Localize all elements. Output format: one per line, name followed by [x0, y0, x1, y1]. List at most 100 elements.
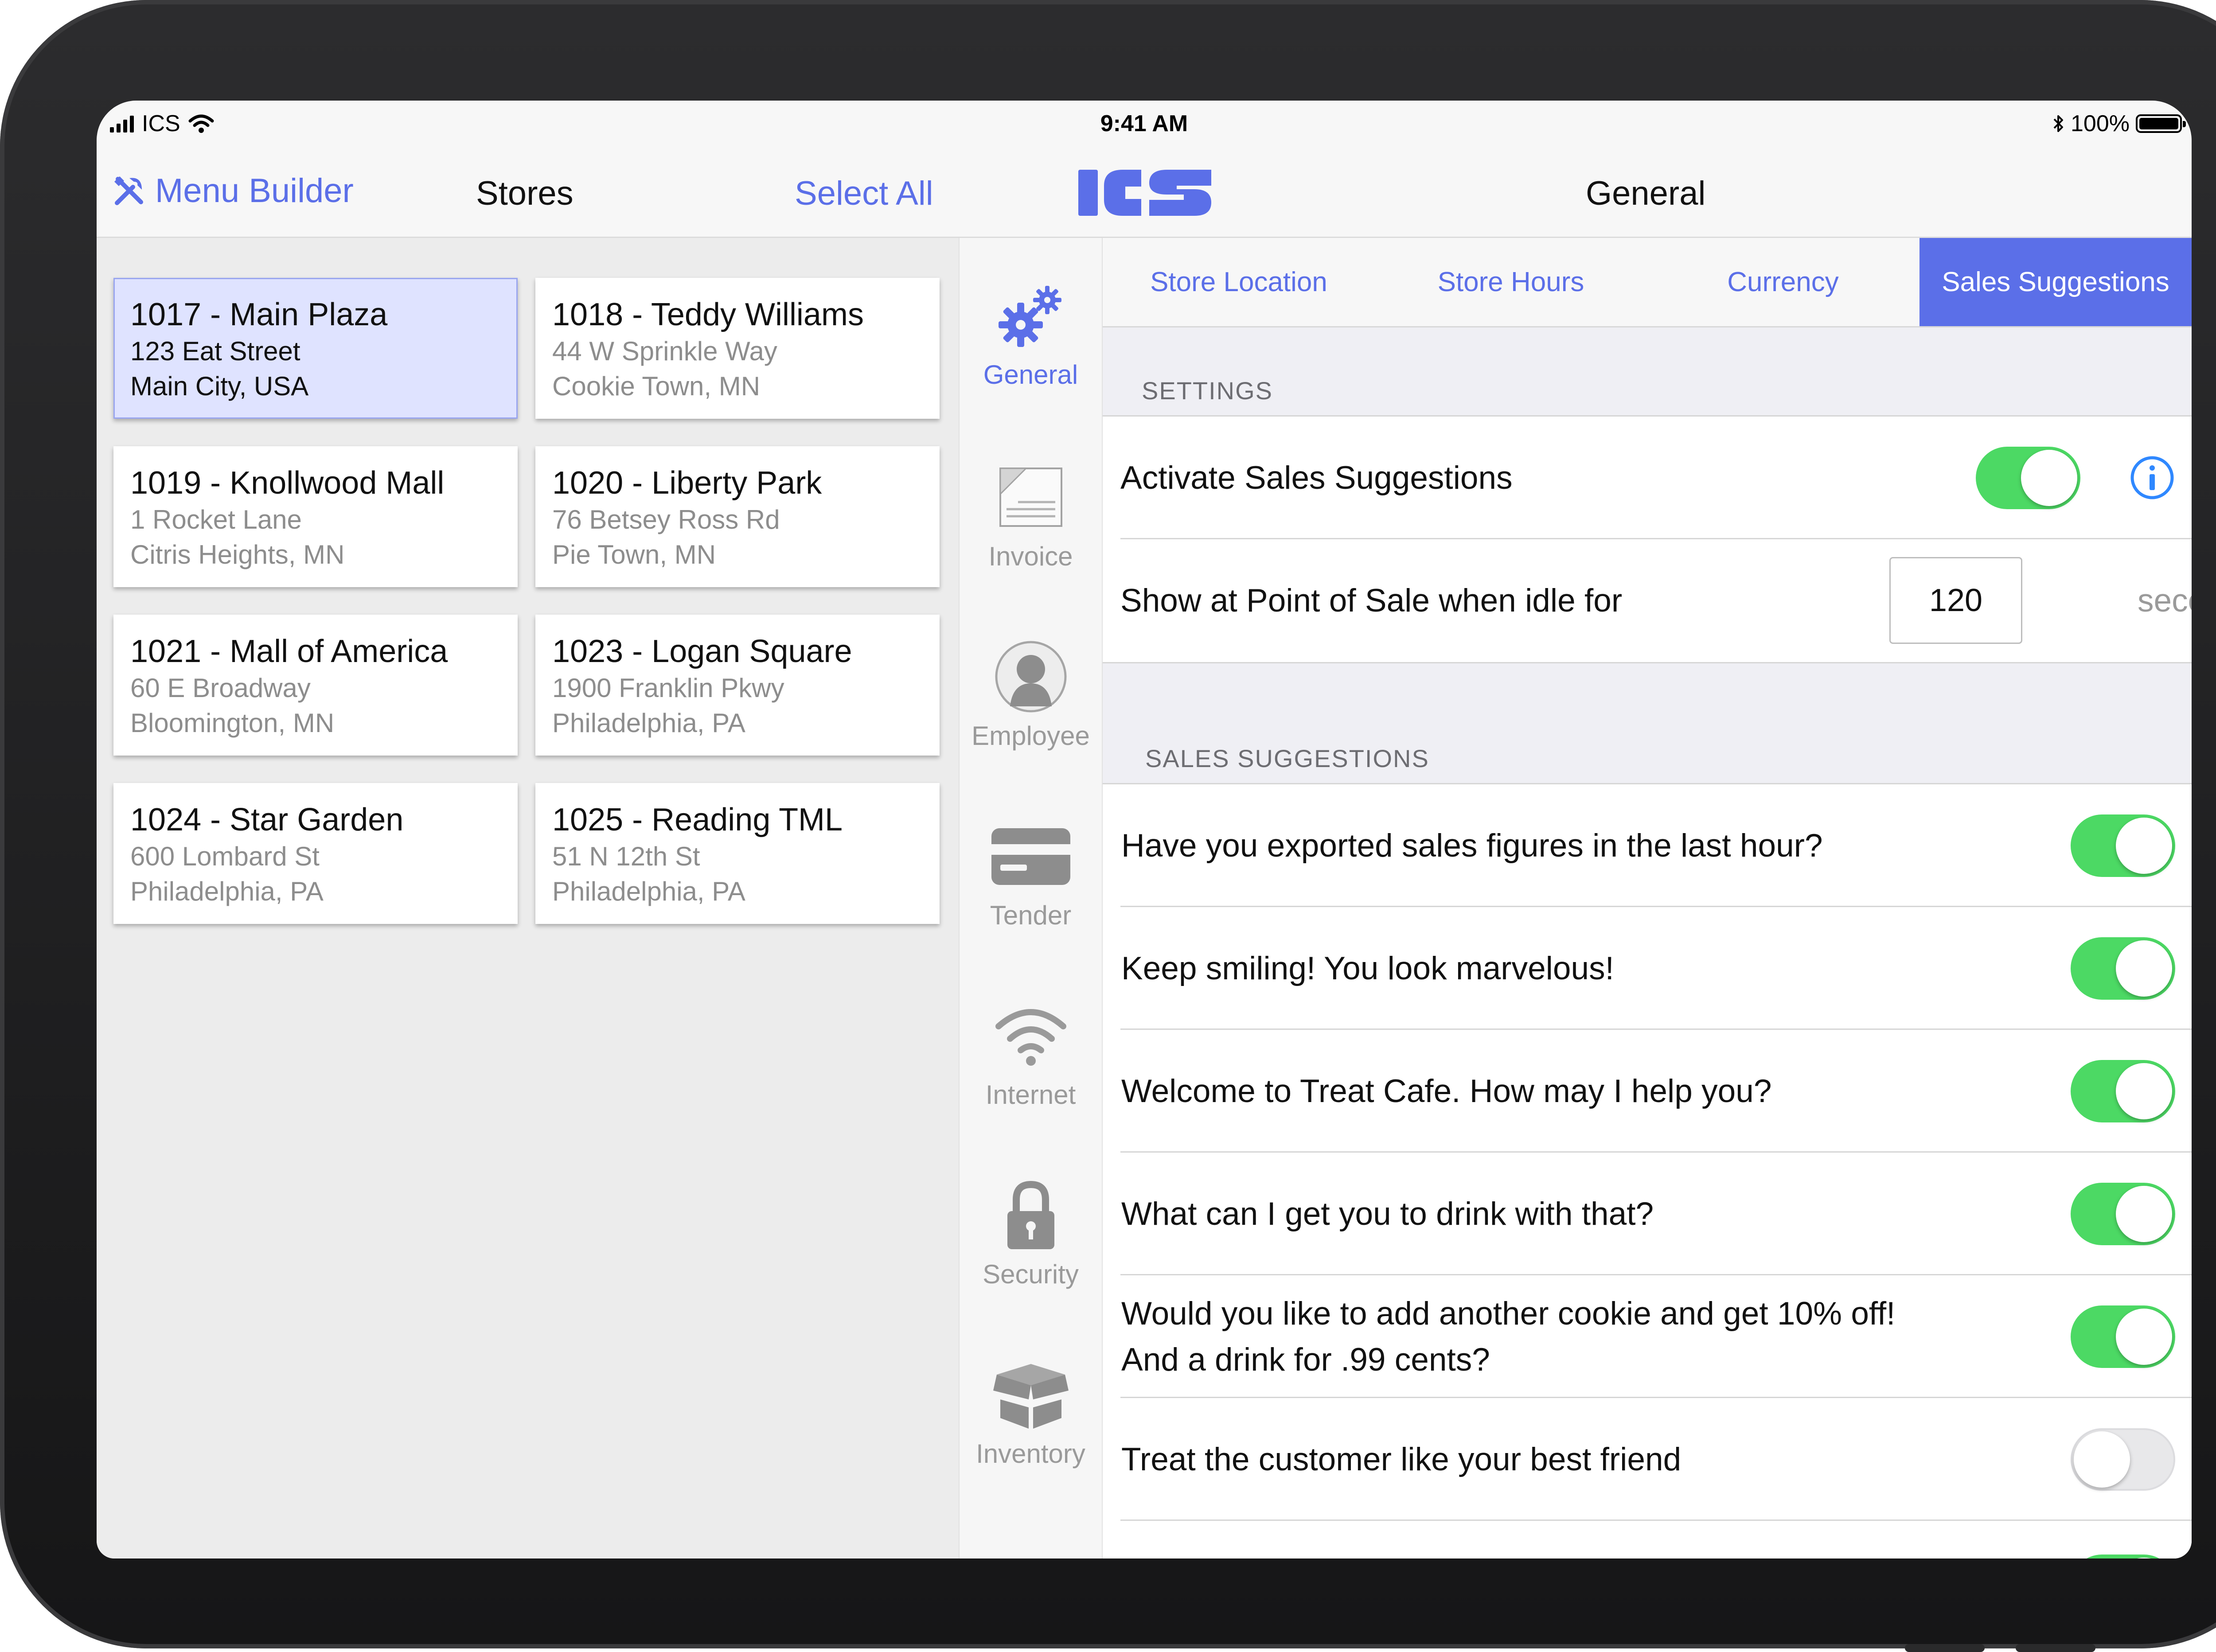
stores-title: Stores: [476, 175, 574, 212]
rail-item-tender[interactable]: Tender: [960, 818, 1102, 931]
suggestion-toggle[interactable]: [2071, 1428, 2175, 1491]
settings-section-header: SETTINGS: [1142, 377, 1273, 405]
rail-label: Employee: [971, 721, 1090, 751]
store-card[interactable]: 1020 - Liberty Park 76 Betsey Ross Rd Pi…: [535, 446, 940, 587]
store-title: 1024 - Star Garden: [130, 802, 404, 838]
select-all-button[interactable]: Select All: [795, 174, 933, 213]
menu-builder-label: Menu Builder: [155, 172, 354, 210]
credit-card-icon: [991, 828, 1070, 885]
idle-seconds-input[interactable]: [1889, 557, 2022, 644]
gears-icon: [998, 286, 1061, 347]
store-title: 1023 - Logan Square: [552, 634, 852, 669]
store-title: 1017 - Main Plaza: [130, 297, 388, 332]
rail-label: General: [983, 360, 1078, 390]
suggestions-group: Have you exported sales figures in the l…: [1103, 783, 2192, 1558]
suggestion-toggle-partial[interactable]: [2071, 1555, 2175, 1558]
tab-bar: Store Location Store Hours Currency Sale…: [1103, 238, 2192, 327]
activate-row: Activate Sales Suggestions: [1103, 417, 2192, 539]
store-address: 1 Rocket Lane: [130, 505, 302, 534]
store-card[interactable]: 1024 - Star Garden 600 Lombard St Philad…: [113, 783, 518, 924]
store-title: 1021 - Mall of America: [130, 634, 448, 669]
suggestion-text: Have you exported sales figures in the l…: [1121, 827, 1823, 864]
menu-builder-button[interactable]: Menu Builder: [113, 171, 354, 210]
suggestion-row: Treat the customer like your best friend: [1103, 1398, 2192, 1521]
rail-item-inventory[interactable]: Inventory: [960, 1357, 1102, 1469]
store-card[interactable]: 1018 - Teddy Williams 44 W Sprinkle Way …: [535, 278, 940, 419]
store-title: 1025 - Reading TML: [552, 802, 843, 838]
store-address: 1900 Franklin Pkwy: [552, 673, 784, 703]
suggestion-toggle[interactable]: [2071, 814, 2175, 877]
status-time: 9:41 AM: [1100, 111, 1188, 136]
suggestion-toggle[interactable]: [2071, 1305, 2175, 1368]
suggestion-text: What can I get you to drink with that?: [1121, 1196, 1654, 1232]
store-title: 1020 - Liberty Park: [552, 465, 822, 501]
store-title: 1019 - Knollwood Mall: [130, 465, 445, 501]
tab-currency[interactable]: Currency: [1647, 238, 1919, 326]
suggestion-row: Would you like to add another cookie and…: [1103, 1275, 2192, 1398]
status-bar: ICS 9:41 AM 100%: [97, 101, 2192, 149]
status-right: 100%: [2053, 110, 2186, 137]
suggestion-text: Keep smiling! You look marvelous!: [1121, 950, 1614, 986]
store-address: 44 W Sprinkle Way: [552, 336, 777, 366]
store-city: Philadelphia, PA: [552, 708, 745, 738]
settings-group: Activate Sales Suggestions Show at Point…: [1103, 415, 2192, 663]
rail-label: Inventory: [976, 1439, 1085, 1469]
store-city: Bloomington, MN: [130, 708, 335, 738]
invoice-icon: [999, 468, 1062, 527]
navigation-bar: Menu Builder Stores Select All General: [97, 149, 2192, 238]
store-address: 51 N 12th St: [552, 842, 700, 871]
suggestion-row: Welcome to Treat Cafe. How may I help yo…: [1103, 1030, 2192, 1153]
stores-panel: 1017 - Main Plaza 123 Eat Street Main Ci…: [97, 238, 959, 1558]
rail-label: Invoice: [988, 542, 1073, 571]
suggestion-toggle[interactable]: [2071, 1183, 2175, 1245]
rail-item-security[interactable]: Security: [960, 1177, 1102, 1290]
suggestion-row: What can I get you to drink with that?: [1103, 1153, 2192, 1275]
rail-item-general[interactable]: General: [960, 278, 1102, 390]
suggestion-toggle[interactable]: [2071, 937, 2175, 1000]
battery-percent: 100%: [2071, 111, 2130, 136]
tab-store-hours[interactable]: Store Hours: [1375, 238, 1647, 326]
ics-logo-icon: [1078, 170, 1211, 216]
rail-label: Security: [983, 1259, 1079, 1289]
store-card[interactable]: 1021 - Mall of America 60 E Broadway Blo…: [113, 615, 518, 756]
tab-store-location[interactable]: Store Location: [1103, 238, 1375, 326]
rail-item-internet[interactable]: Internet: [960, 998, 1102, 1110]
employee-icon: [995, 641, 1066, 713]
store-city: Philadelphia, PA: [130, 877, 324, 906]
store-city: Philadelphia, PA: [552, 877, 745, 906]
boxes-icon: [993, 1364, 1069, 1429]
store-card[interactable]: 1025 - Reading TML 51 N 12th St Philadel…: [535, 783, 940, 924]
row-divider: [1120, 1520, 2192, 1521]
rail-item-employee[interactable]: Employee: [960, 639, 1102, 751]
suggestion-text: Treat the customer like your best friend: [1121, 1441, 1682, 1477]
suggestion-text: Welcome to Treat Cafe. How may I help yo…: [1121, 1073, 1772, 1109]
store-city: Cookie Town, MN: [552, 371, 761, 401]
bottom-button-left: [1905, 1644, 1985, 1652]
store-address: 60 E Broadway: [130, 673, 311, 703]
activate-toggle[interactable]: [1976, 447, 2080, 509]
store-title: 1018 - Teddy Williams: [552, 297, 864, 332]
store-card[interactable]: 1019 - Knollwood Mall 1 Rocket Lane Citr…: [113, 446, 518, 587]
tools-icon: [114, 176, 143, 205]
bluetooth-icon: [2053, 115, 2063, 132]
rail-label: Tender: [990, 900, 1072, 930]
store-card[interactable]: 1017 - Main Plaza 123 Eat Street Main Ci…: [113, 278, 518, 419]
rail-label: Internet: [985, 1080, 1076, 1110]
suggestion-toggle[interactable]: [2071, 1060, 2175, 1122]
settings-category-rail: General Invoice Employee Tender Internet…: [959, 238, 1103, 1558]
rail-item-invoice[interactable]: Invoice: [960, 460, 1102, 572]
section-title: General: [1586, 175, 1706, 212]
suggestion-row: Have you exported sales figures in the l…: [1103, 784, 2192, 907]
store-city: Citris Heights, MN: [130, 540, 345, 569]
store-address: 123 Eat Street: [130, 336, 300, 366]
info-icon[interactable]: [2129, 455, 2175, 501]
store-address: 76 Betsey Ross Rd: [552, 505, 780, 534]
bottom-button-right: [2016, 1644, 2095, 1652]
tab-sales-suggestions[interactable]: Sales Suggestions: [1919, 238, 2192, 326]
idle-row: Show at Point of Sale when idle for seco…: [1103, 539, 2192, 662]
store-card[interactable]: 1023 - Logan Square 1900 Franklin Pkwy P…: [535, 615, 940, 756]
app-screen: ICS 9:41 AM 100% Menu Builder Stores Sel…: [97, 101, 2192, 1558]
suggestions-section-header: SALES SUGGESTIONS: [1145, 744, 1429, 772]
lock-icon: [1007, 1181, 1054, 1249]
battery-icon: [2136, 114, 2186, 133]
